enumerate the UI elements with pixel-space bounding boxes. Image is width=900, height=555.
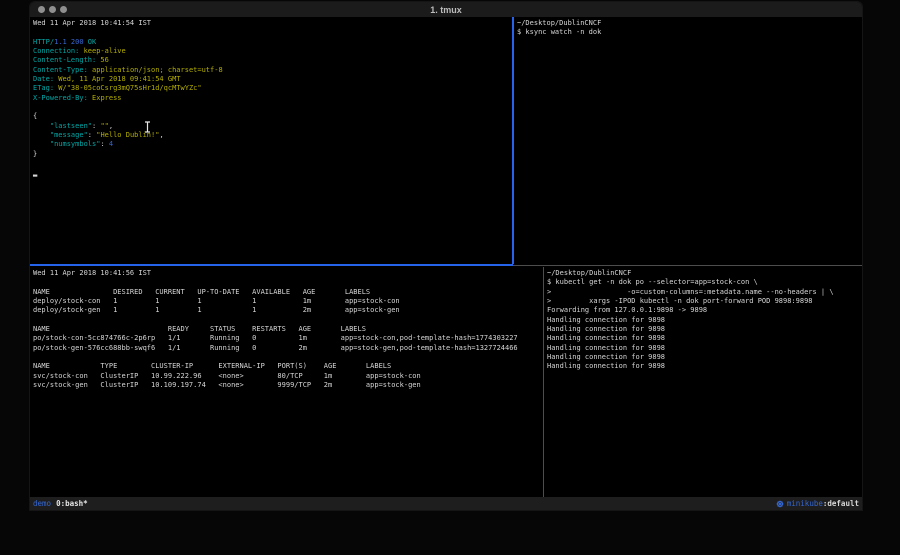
pane-divider-horizontal-active[interactable] <box>30 264 513 266</box>
window-title: 1. tmux <box>30 5 862 15</box>
terminal-line: $ kubectl get -n dok po --selector=app=s… <box>547 278 862 287</box>
terminal-line: NAME TYPE CLUSTER-IP EXTERNAL-IP PORT(S)… <box>33 362 543 371</box>
window-titlebar[interactable]: 1. tmux <box>30 2 862 17</box>
status-right: minikube :default <box>776 499 859 508</box>
pane-kubectl-get[interactable]: Wed 11 Apr 2018 10:41:56 IST NAME DESIRE… <box>30 267 543 497</box>
terminal-line: deploy/stock-gen 1 1 1 1 2m app=stock-ge… <box>33 306 543 315</box>
pane-divider-horizontal[interactable] <box>513 265 862 266</box>
terminal-line <box>33 278 543 287</box>
terminal-line: Content-Type: application/json; charset=… <box>33 66 512 75</box>
terminal-line: Connection: keep-alive <box>33 47 512 56</box>
tmux-status-bar: demo 0:bash* minikube :default <box>30 497 862 510</box>
terminal-line: Content-Length: 56 <box>33 56 512 65</box>
ibeam-cursor-icon <box>144 121 151 133</box>
pane-ksync[interactable]: ~/Desktop/DublinCNCF$ ksync watch -n dok <box>512 17 862 264</box>
terminal-line: "numsymbols": 4 <box>33 140 512 149</box>
terminal-line: Handling connection for 9898 <box>547 353 862 362</box>
window-tab-bash[interactable]: 0:bash* <box>56 499 88 508</box>
terminal-line: } <box>33 150 512 159</box>
terminal-line: Handling connection for 9898 <box>547 362 862 371</box>
kube-namespace: :default <box>823 499 859 508</box>
terminal-line: Handling connection for 9898 <box>547 344 862 353</box>
terminal-line: $ ksync watch -n dok <box>517 28 862 37</box>
terminal-line: Handling connection for 9898 <box>547 325 862 334</box>
terminal-line: Date: Wed, 11 Apr 2018 09:41:54 GMT <box>33 75 512 84</box>
terminal-line: Wed 11 Apr 2018 10:41:56 IST <box>33 269 543 278</box>
status-left: demo 0:bash* <box>33 499 88 508</box>
terminal-line: Forwarding from 127.0.0.1:9898 -> 9898 <box>547 306 862 315</box>
terminal-line: svc/stock-con ClusterIP 10.99.222.96 <no… <box>33 372 543 381</box>
terminal-line: "lastseen": "", <box>33 122 512 131</box>
terminal-line: ETag: W/"38-05coCsrg3mQ75sHr1d/qcMTwYZc" <box>33 84 512 93</box>
terminal-line: po/stock-gen-576cc688bb-swqf6 1/1 Runnin… <box>33 344 543 353</box>
terminal-line <box>33 28 512 37</box>
terminal-line: Handling connection for 9898 <box>547 316 862 325</box>
terminal-line: ▂ <box>33 169 512 178</box>
terminal-line: po/stock-con-5cc874766c-2p6rp 1/1 Runnin… <box>33 334 543 343</box>
terminal-line: ~/Desktop/DublinCNCF <box>517 19 862 28</box>
terminal-line: NAME READY STATUS RESTARTS AGE LABELS <box>33 325 543 334</box>
kube-context: minikube <box>787 499 823 508</box>
terminal-line: ~/Desktop/DublinCNCF <box>547 269 862 278</box>
terminal-line: HTTP/1.1 200 OK <box>33 38 512 47</box>
terminal-line <box>33 103 512 112</box>
terminal-line <box>33 159 512 168</box>
terminal-line: > -o=custom-columns=:metadata.name --no-… <box>547 288 862 297</box>
minimize-icon[interactable] <box>49 6 56 13</box>
terminal-line: deploy/stock-con 1 1 1 1 1m app=stock-co… <box>33 297 543 306</box>
terminal-line: NAME DESIRED CURRENT UP-TO-DATE AVAILABL… <box>33 288 543 297</box>
helm-wheel-icon <box>776 500 784 508</box>
terminal-line <box>33 353 543 362</box>
session-name: demo <box>33 499 51 508</box>
terminal-line <box>33 316 543 325</box>
tmux-panes-area: Wed 11 Apr 2018 10:41:54 IST HTTP/1.1 20… <box>30 17 862 497</box>
traffic-lights <box>38 2 67 17</box>
terminal-line: Handling connection for 9898 <box>547 334 862 343</box>
terminal-line: > xargs -IPOD kubectl -n dok port-forwar… <box>547 297 862 306</box>
terminal-line: X-Powered-By: Express <box>33 94 512 103</box>
terminal-line: Wed 11 Apr 2018 10:41:54 IST <box>33 19 512 28</box>
zoom-icon[interactable] <box>60 6 67 13</box>
pane-http-response[interactable]: Wed 11 Apr 2018 10:41:54 IST HTTP/1.1 20… <box>30 17 512 264</box>
pane-port-forward[interactable]: ~/Desktop/DublinCNCF$ kubectl get -n dok… <box>543 267 862 497</box>
close-icon[interactable] <box>38 6 45 13</box>
terminal-line: { <box>33 112 512 121</box>
terminal-window: 1. tmux Wed 11 Apr 2018 10:41:54 IST HTT… <box>30 2 862 510</box>
terminal-line: "message": "Hello Dublin!", <box>33 131 512 140</box>
terminal-line: svc/stock-gen ClusterIP 10.109.197.74 <n… <box>33 381 543 390</box>
